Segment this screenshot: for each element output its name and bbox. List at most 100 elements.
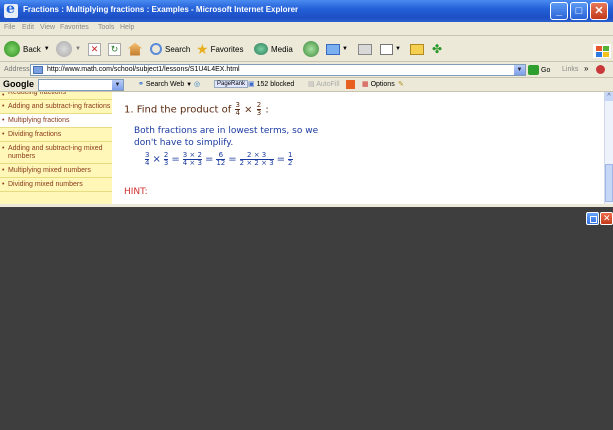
fraction: 12 bbox=[288, 151, 293, 167]
search-button[interactable]: Search bbox=[150, 40, 190, 58]
fraction: 3 × 24 × 3 bbox=[182, 151, 202, 167]
pencil-icon[interactable]: ✎ bbox=[398, 80, 404, 88]
chevron-down-icon[interactable]: ▼ bbox=[342, 46, 348, 52]
autofill-label: AutoFill bbox=[316, 81, 340, 88]
scroll-up-icon[interactable]: ^ bbox=[605, 92, 613, 101]
sidebar-item-multiplying-fractions[interactable]: Multiplying fractions bbox=[0, 114, 112, 128]
forward-arrow-icon bbox=[56, 41, 72, 57]
chevron-down-icon[interactable]: ▼ bbox=[75, 46, 81, 52]
media-label: Media bbox=[271, 44, 293, 54]
fraction: 23 bbox=[163, 151, 169, 167]
close-button[interactable]: ✕ bbox=[590, 2, 608, 20]
fraction: 34 bbox=[145, 151, 150, 167]
folder-icon bbox=[410, 43, 424, 55]
favorites-label: Favorites bbox=[210, 44, 244, 54]
go-arrow-icon bbox=[528, 65, 539, 75]
chevron-down-icon[interactable]: ▼ bbox=[514, 65, 525, 75]
sidebar-item-adding-subtracting-fractions[interactable]: Adding and subtract-ing fractions bbox=[0, 100, 112, 114]
go-button[interactable]: Go bbox=[528, 65, 550, 75]
sidebar-item-dividing-fractions[interactable]: Dividing fractions bbox=[0, 128, 112, 142]
menu-edit[interactable]: Edit bbox=[22, 24, 34, 31]
media-button[interactable]: Media bbox=[254, 40, 293, 58]
google-toolbar: Google ▼ ⚭ Search Web ▼ ◎ PageRank ▣ 152… bbox=[0, 78, 613, 92]
popup-blocker[interactable]: ▣ 152 blocked bbox=[248, 80, 294, 88]
hint-label: HINT: bbox=[124, 187, 148, 197]
restore-button[interactable] bbox=[586, 212, 599, 225]
ie-icon bbox=[4, 1, 18, 18]
mail-button[interactable]: ▼ bbox=[326, 40, 348, 58]
refresh-icon: ↻ bbox=[108, 42, 121, 56]
scroll-thumb[interactable] bbox=[605, 164, 613, 202]
go-label: Go bbox=[541, 66, 551, 74]
stop-icon: ✕ bbox=[88, 42, 101, 56]
messenger-button[interactable]: ✤ bbox=[432, 40, 442, 58]
chevron-down-icon[interactable]: ▼ bbox=[112, 80, 123, 90]
chevron-down-icon[interactable]: ▼ bbox=[186, 82, 192, 88]
search-icon bbox=[150, 43, 162, 55]
sidebar-item-reducing-fractions[interactable]: Reducing fractions bbox=[0, 92, 112, 100]
explanation-line: don't have to simplify. bbox=[134, 138, 234, 148]
globe-icon[interactable]: ◎ bbox=[194, 80, 200, 88]
menu-view[interactable]: View bbox=[40, 24, 55, 31]
question: 1. Find the product of 34 × 23 : bbox=[124, 102, 269, 117]
links-label[interactable]: Links bbox=[562, 66, 578, 73]
search-web-button[interactable]: ⚭ Search Web ▼ bbox=[138, 80, 192, 88]
equals-sign: = bbox=[276, 154, 286, 165]
sidebar-item-adding-subtracting-mixed[interactable]: Adding and subtract-ing mixed numbers bbox=[0, 142, 112, 164]
explanation: Both fractions are in lowest terms, so w… bbox=[134, 125, 318, 149]
forward-button[interactable]: ▼ bbox=[56, 40, 81, 58]
worked-equation: 34 × 23 = 3 × 24 × 3 = 6 12 = 2 × 32 × 2 … bbox=[144, 152, 294, 167]
sidebar-item-multiplying-mixed[interactable]: Multiplying mixed numbers bbox=[0, 164, 112, 178]
menu-file[interactable]: File bbox=[4, 24, 15, 31]
sidebar-item-dividing-mixed[interactable]: Dividing mixed numbers bbox=[0, 178, 112, 192]
discuss-button[interactable] bbox=[410, 40, 424, 58]
highlight-icon[interactable] bbox=[346, 80, 355, 89]
history-button[interactable] bbox=[303, 40, 319, 58]
equals-sign: = bbox=[171, 154, 180, 165]
home-button[interactable] bbox=[128, 40, 142, 58]
options-button[interactable]: ▦ Options bbox=[362, 80, 395, 88]
pagerank-indicator[interactable]: PageRank bbox=[214, 80, 249, 88]
media-icon bbox=[254, 43, 268, 55]
page-icon bbox=[33, 66, 43, 74]
page-content: Reducing fractions Adding and subtract-i… bbox=[0, 92, 613, 204]
minimize-button[interactable]: _ bbox=[550, 2, 568, 20]
toolbar-overflow-icon[interactable]: » bbox=[584, 64, 588, 73]
search-web-label: Search Web bbox=[145, 81, 185, 88]
autofill-button[interactable]: ▤ AutoFill bbox=[308, 80, 340, 88]
fraction: 23 bbox=[256, 101, 262, 117]
back-button[interactable]: Back ▼ bbox=[4, 40, 50, 58]
edit-button[interactable]: ▼ bbox=[380, 40, 401, 58]
menu-help[interactable]: Help bbox=[120, 24, 134, 31]
messenger-icon: ✤ bbox=[432, 42, 443, 56]
question-text: 1. Find the product of bbox=[124, 104, 232, 116]
google-search-input[interactable]: ▼ bbox=[38, 79, 124, 91]
print-icon bbox=[358, 43, 372, 55]
address-input[interactable]: http://www.math.com/school/subject1/less… bbox=[30, 64, 526, 76]
lesson-sidebar: Reducing fractions Adding and subtract-i… bbox=[0, 92, 112, 204]
menu-tools[interactable]: Tools bbox=[98, 24, 114, 31]
google-logo[interactable]: Google bbox=[3, 79, 34, 89]
back-label: Back bbox=[23, 44, 41, 54]
refresh-button[interactable]: ↻ bbox=[108, 40, 121, 58]
times-sign: × bbox=[244, 104, 253, 116]
chevron-down-icon[interactable]: ▼ bbox=[395, 46, 401, 52]
chevron-down-icon[interactable]: ▼ bbox=[44, 46, 50, 52]
menu-favorites[interactable]: Favorites bbox=[60, 24, 89, 31]
popup-blocker-icon: ▣ bbox=[248, 81, 255, 88]
maximize-button[interactable]: □ bbox=[570, 2, 588, 20]
addon-icon[interactable] bbox=[596, 65, 605, 74]
menu-bar: File Edit View Favorites Tools Help bbox=[0, 22, 613, 58]
edit-icon bbox=[380, 43, 393, 55]
address-url: http://www.math.com/school/subject1/less… bbox=[47, 66, 240, 73]
close-button[interactable] bbox=[600, 212, 613, 225]
lesson-main: 1. Find the product of 34 × 23 : Both fr… bbox=[124, 92, 604, 204]
options-icon: ▦ bbox=[362, 81, 369, 88]
history-icon bbox=[303, 41, 319, 57]
vertical-scrollbar[interactable]: ^ bbox=[604, 92, 613, 204]
address-bar: Address http://www.math.com/school/subje… bbox=[0, 62, 613, 78]
favorites-button[interactable]: ★ Favorites bbox=[196, 40, 243, 58]
title-bar[interactable]: Fractions : Multiplying fractions : Exam… bbox=[0, 0, 613, 22]
print-button[interactable] bbox=[358, 40, 372, 58]
stop-button[interactable]: ✕ bbox=[88, 40, 101, 58]
